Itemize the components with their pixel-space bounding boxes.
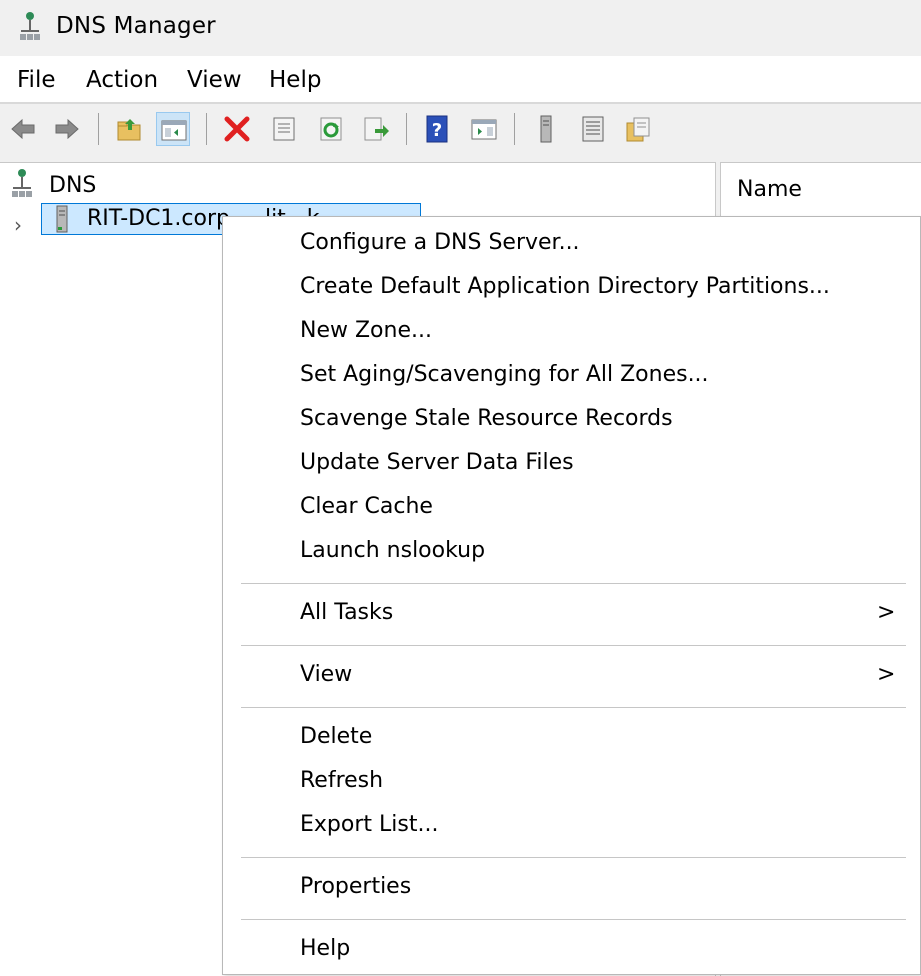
menu-view[interactable]: View xyxy=(187,67,242,93)
toolbar-separator xyxy=(98,113,99,145)
menu-separator xyxy=(241,583,906,584)
menu-item-label: Properties xyxy=(300,874,412,899)
menu-item-all-tasks[interactable]: All Tasks > xyxy=(223,595,920,635)
context-menu: Configure a DNS Server... Create Default… xyxy=(222,216,921,975)
zones-icon xyxy=(626,117,650,142)
menu-item-label: Update Server Data Files xyxy=(300,450,574,475)
menu-separator xyxy=(241,857,906,858)
menu-help[interactable]: Help xyxy=(269,67,321,93)
menu-item-scavenge-stale-records[interactable]: Scavenge Stale Resource Records xyxy=(223,401,920,441)
export-list-button[interactable] xyxy=(359,112,393,146)
tree-node-dns[interactable]: DNS xyxy=(49,173,96,198)
server-icon xyxy=(56,205,68,233)
menu-item-label: Set Aging/Scavenging for All Zones... xyxy=(300,362,709,387)
zones-button[interactable] xyxy=(621,112,655,146)
menu-item-properties[interactable]: Properties xyxy=(223,869,920,909)
menu-separator xyxy=(241,919,906,920)
menu-separator xyxy=(241,707,906,708)
delete-icon xyxy=(224,116,250,142)
menu-item-refresh[interactable]: Refresh xyxy=(223,763,920,803)
menu-item-launch-nslookup[interactable]: Launch nslookup xyxy=(223,533,920,573)
server-button[interactable] xyxy=(529,112,563,146)
menu-item-label: Configure a DNS Server... xyxy=(300,230,580,255)
toolbar-separator xyxy=(514,113,515,145)
menu-item-delete[interactable]: Delete xyxy=(223,719,920,759)
column-header-name[interactable]: Name xyxy=(737,177,802,202)
up-folder-icon xyxy=(117,119,141,141)
forward-icon xyxy=(55,118,79,140)
menu-item-configure-dns-server[interactable]: Configure a DNS Server... xyxy=(223,225,920,265)
menu-item-label: Help xyxy=(300,936,351,961)
toolbar-separator xyxy=(206,113,207,145)
menu-item-clear-cache[interactable]: Clear Cache xyxy=(223,489,920,529)
window-title: DNS Manager xyxy=(56,13,216,39)
properties-button[interactable] xyxy=(267,112,301,146)
toolbar: ? xyxy=(0,104,921,153)
menu-item-label: All Tasks xyxy=(300,600,394,625)
help-button[interactable]: ? xyxy=(420,112,454,146)
menu-item-label: Export List... xyxy=(300,812,439,837)
help-icon: ? xyxy=(426,115,448,143)
menu-item-label: Create Default Application Directory Par… xyxy=(300,274,830,299)
menu-item-label: Clear Cache xyxy=(300,494,433,519)
dns-icon xyxy=(12,169,32,197)
server-icon xyxy=(540,115,552,143)
menu-item-set-aging-scavenging[interactable]: Set Aging/Scavenging for All Zones... xyxy=(223,357,920,397)
menu-item-view[interactable]: View > xyxy=(223,657,920,697)
title-bar: DNS Manager xyxy=(0,0,921,56)
show-hide-action-pane-icon xyxy=(471,119,497,140)
menu-item-label: Scavenge Stale Resource Records xyxy=(300,406,673,431)
properties-icon xyxy=(273,117,295,141)
dns-manager-icon xyxy=(20,12,40,40)
list-button[interactable] xyxy=(576,112,610,146)
up-one-level-button[interactable] xyxy=(112,112,146,146)
show-hide-console-tree-button[interactable] xyxy=(156,112,190,146)
menu-item-label: Refresh xyxy=(300,768,384,793)
menu-item-label: Launch nslookup xyxy=(300,538,486,563)
menu-item-new-zone[interactable]: New Zone... xyxy=(223,313,920,353)
svg-text:?: ? xyxy=(432,120,442,141)
menu-item-label: Delete xyxy=(300,724,373,749)
menu-item-help[interactable]: Help xyxy=(223,931,920,971)
refresh-icon xyxy=(320,117,342,141)
list-icon xyxy=(582,116,604,142)
menu-item-update-server-data-files[interactable]: Update Server Data Files xyxy=(223,445,920,485)
menu-file[interactable]: File xyxy=(17,67,56,93)
delete-button[interactable] xyxy=(220,112,254,146)
menu-item-label: New Zone... xyxy=(300,318,432,343)
menu-action[interactable]: Action xyxy=(86,67,158,93)
menu-item-export-list[interactable]: Export List... xyxy=(223,807,920,847)
show-hide-action-pane-button[interactable] xyxy=(467,112,501,146)
refresh-button[interactable] xyxy=(314,112,348,146)
submenu-arrow-icon: > xyxy=(877,662,896,687)
menu-item-create-default-partitions[interactable]: Create Default Application Directory Par… xyxy=(223,269,920,309)
menu-item-label: View xyxy=(300,662,353,687)
back-icon xyxy=(11,118,35,140)
show-hide-console-tree-icon xyxy=(161,120,187,141)
submenu-arrow-icon: > xyxy=(877,600,896,625)
expand-chevron-icon[interactable]: › xyxy=(14,213,22,237)
export-list-icon xyxy=(364,117,389,141)
menu-bar: File Action View Help xyxy=(0,56,921,104)
forward-button[interactable] xyxy=(50,112,84,146)
back-button[interactable] xyxy=(6,112,40,146)
toolbar-separator xyxy=(406,113,407,145)
menu-separator xyxy=(241,645,906,646)
